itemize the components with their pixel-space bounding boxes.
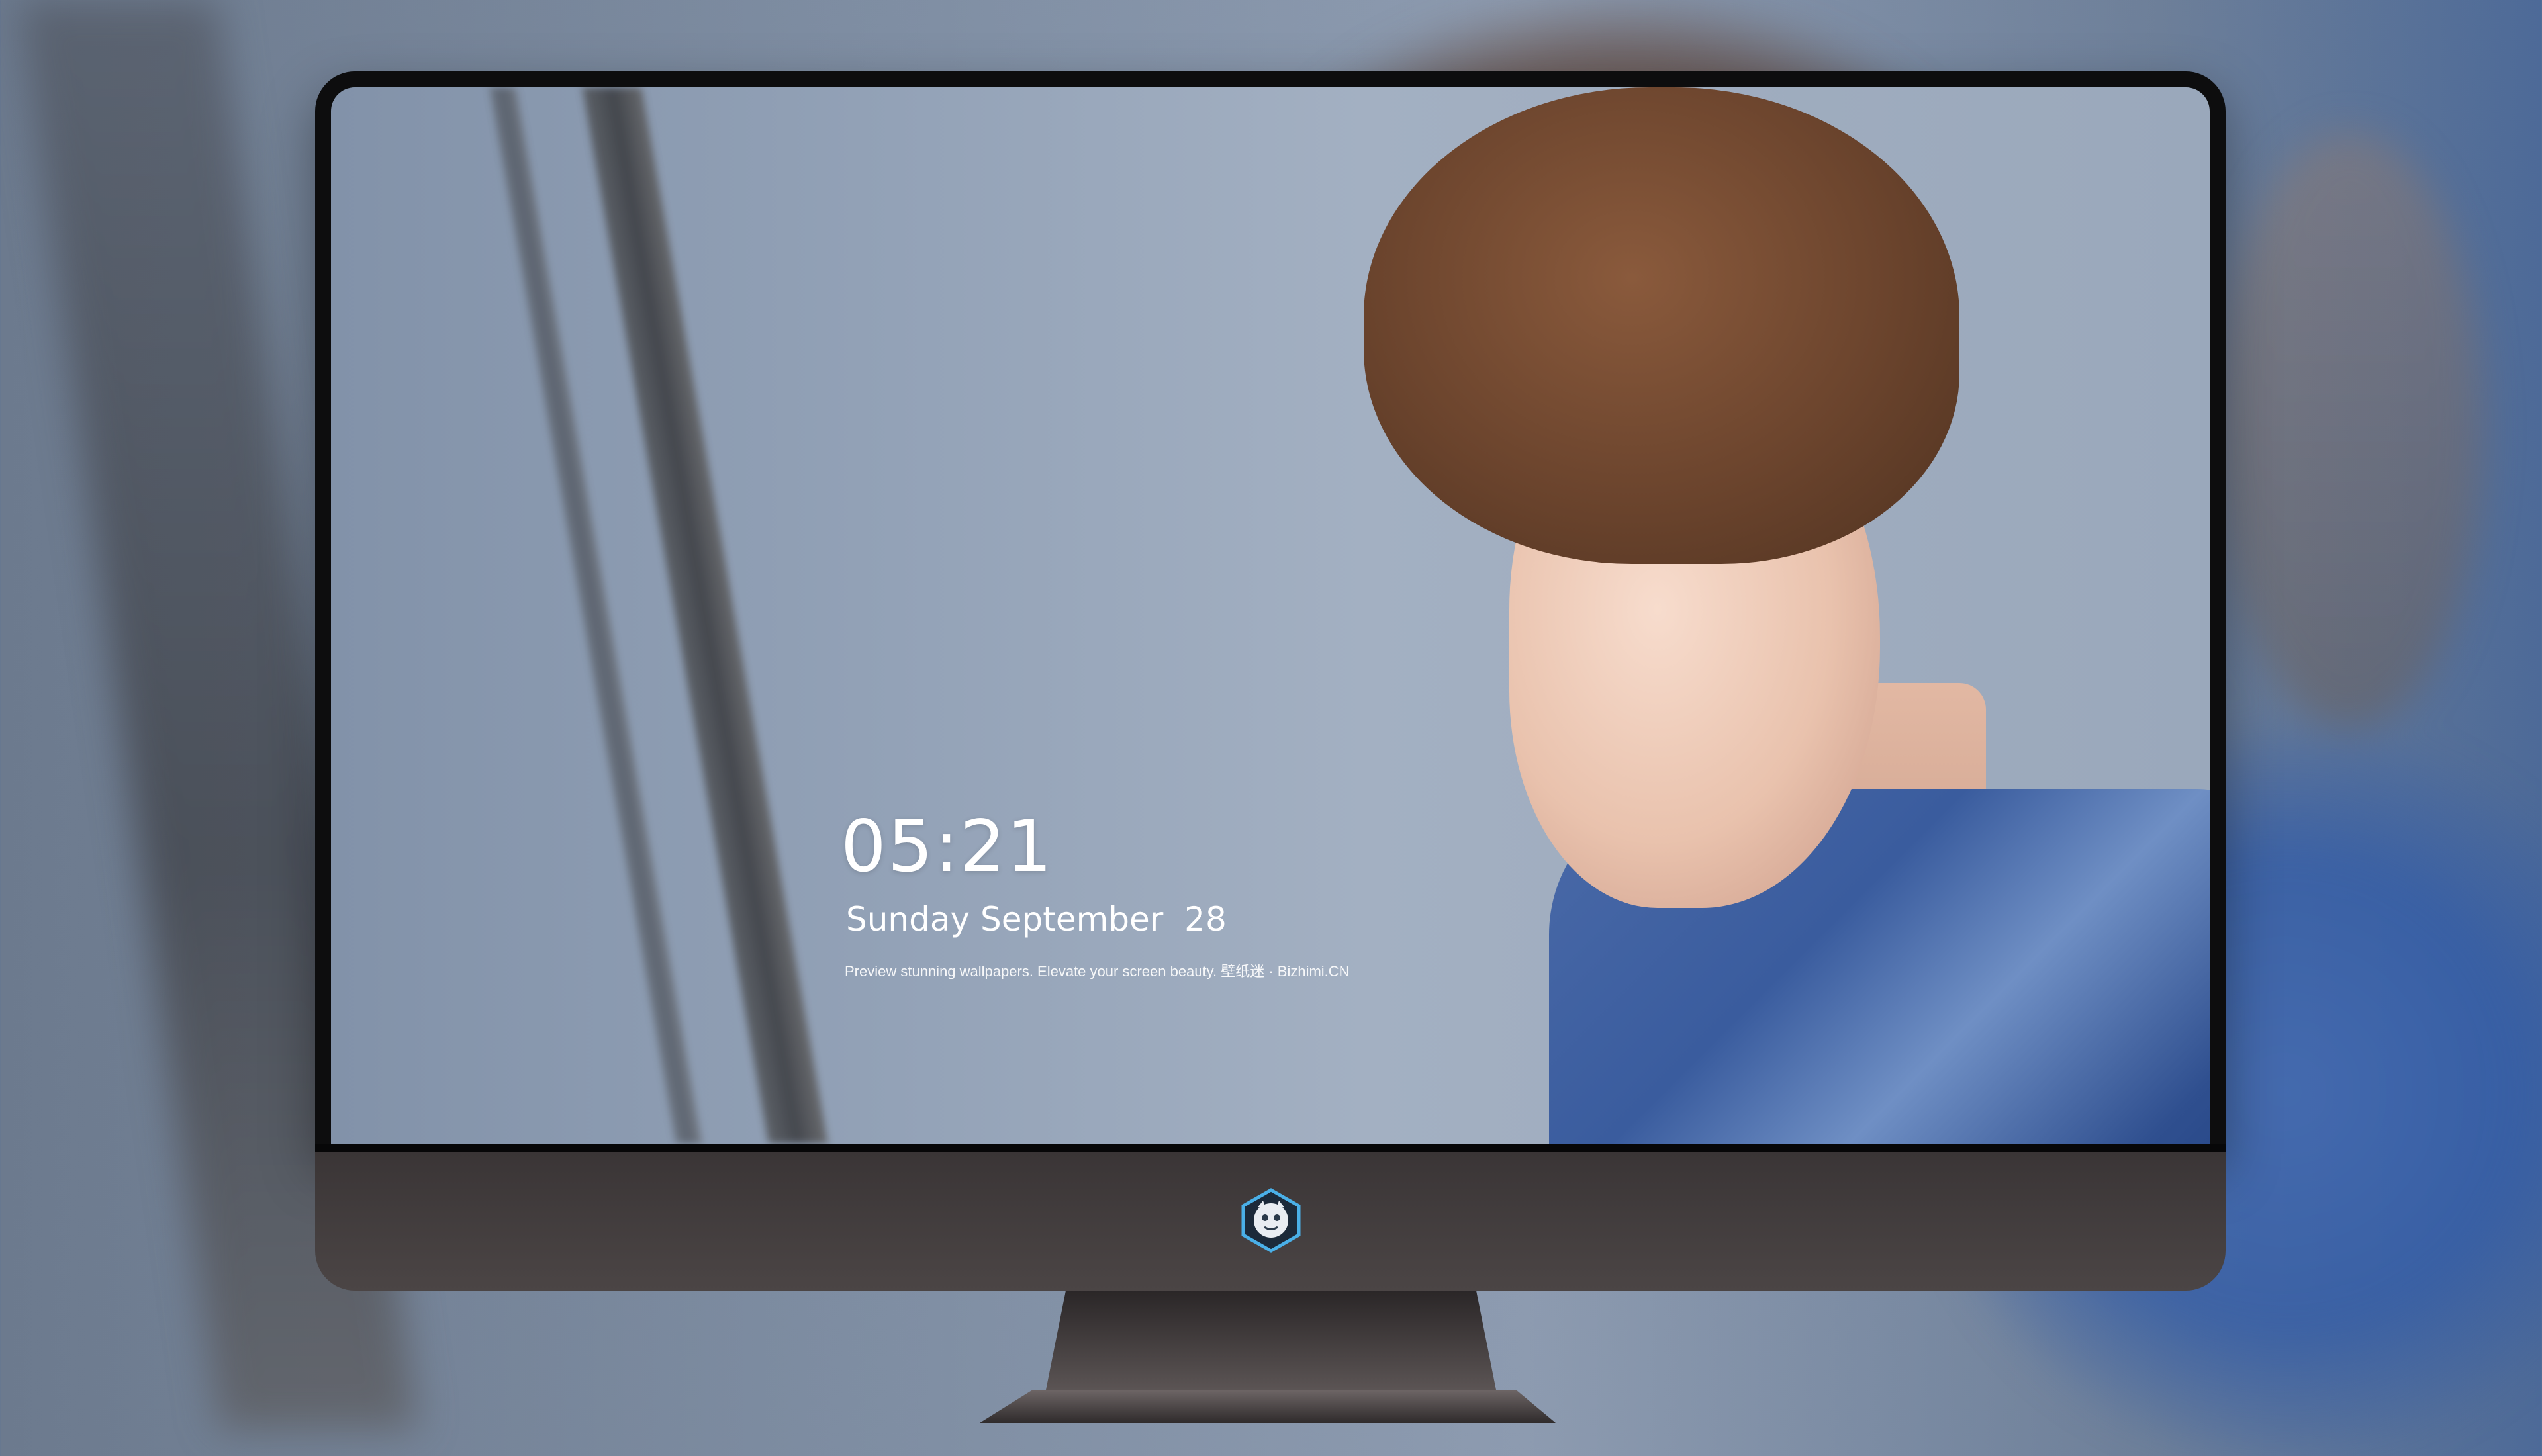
monitor-bezel: 05:21 Sunday September 28 Preview stunni… [315, 71, 2226, 1152]
lockscreen-time: 05:21 [841, 805, 1054, 888]
desktop-screen: 05:21 Sunday September 28 Preview stunni… [331, 87, 2210, 1144]
monitor: 05:21 Sunday September 28 Preview stunni… [315, 71, 2226, 1291]
monitor-stand [662, 1291, 1562, 1430]
background-pole-thin [489, 87, 702, 1144]
lockscreen-date: Sunday September 28 [846, 900, 1227, 938]
wallpaper-portrait [1178, 87, 2210, 1144]
background-pole [582, 87, 828, 1144]
wallpaper-caption: Preview stunning wallpapers. Elevate you… [845, 963, 1350, 979]
mascot-logo [1238, 1187, 1304, 1253]
